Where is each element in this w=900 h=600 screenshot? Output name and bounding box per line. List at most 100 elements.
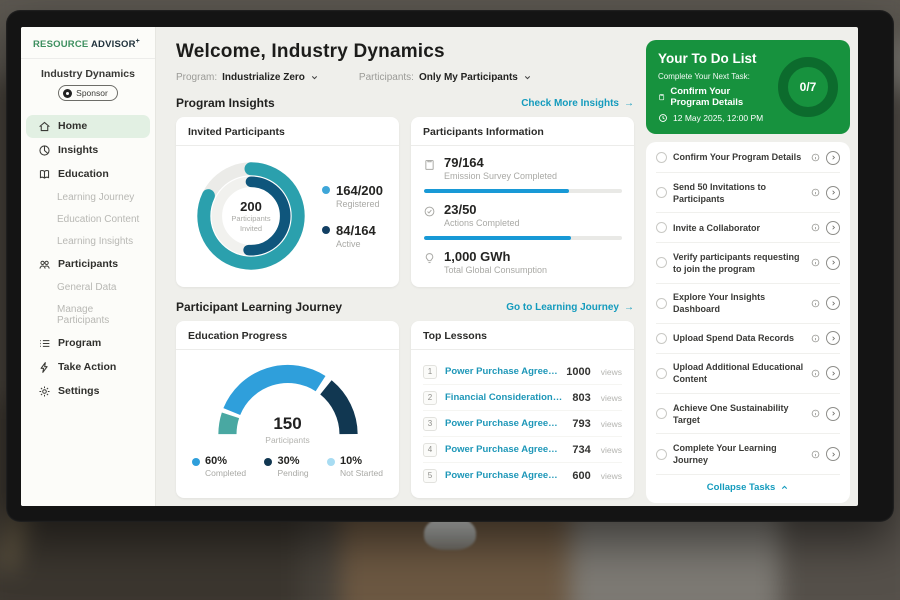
task-checkbox[interactable] [656, 152, 667, 163]
home-icon [38, 120, 51, 133]
task-open-button[interactable] [826, 256, 840, 270]
not-started-dot [327, 458, 335, 466]
info-icon[interactable] [811, 223, 820, 232]
sponsor-icon [63, 89, 72, 98]
task-row[interactable]: Upload Additional Educational Content [656, 354, 840, 394]
sponsor-badge: Sponsor [58, 85, 118, 101]
chevron-up-icon [780, 483, 789, 492]
chevron-right-icon [830, 189, 837, 196]
info-icon[interactable] [811, 409, 820, 418]
sidebar-item-settings[interactable]: Settings [26, 380, 150, 403]
chevron-right-icon [830, 154, 837, 161]
check-circle-icon [423, 205, 436, 218]
section-title-learning-journey: Participant Learning Journey [176, 300, 342, 314]
task-open-button[interactable] [826, 186, 840, 200]
take-action-icon [38, 361, 51, 374]
lesson-link[interactable]: Power Purchase Agreements 102 [445, 444, 564, 455]
task-open-button[interactable] [826, 447, 840, 461]
actions-completed-progressbar [424, 236, 622, 240]
account-name: Industry Dynamics [27, 68, 149, 80]
invited-participants-donut-chart: 200 Participants Invited [192, 157, 310, 275]
lesson-row: 3 Power Purchase Agreements 101 793 view… [423, 411, 622, 437]
lesson-row: 2 Financial Considerations - VPPAs 803 v… [423, 385, 622, 411]
info-icon[interactable] [811, 153, 820, 162]
task-checkbox[interactable] [656, 187, 667, 198]
task-checkbox[interactable] [656, 368, 667, 379]
participants-information-card: Participants Information 79/164 Emission… [411, 117, 634, 287]
sidebar-item-general-data[interactable]: General Data [26, 277, 150, 298]
lesson-link[interactable]: Power Purchase Agreements 101 [445, 366, 558, 377]
sidebar-item-insights[interactable]: Insights [26, 139, 150, 162]
education-progress-gauge-chart: 150 Participants [203, 359, 373, 445]
info-icon[interactable] [811, 334, 820, 343]
task-row[interactable]: Confirm Your Program Details [656, 143, 840, 173]
task-checkbox[interactable] [656, 333, 667, 344]
sidebar: RESOURCE ADVISOR+ Industry Dynamics Spon… [21, 27, 156, 506]
task-open-button[interactable] [826, 296, 840, 310]
task-checkbox[interactable] [656, 257, 667, 268]
sidebar-item-participants[interactable]: Participants [26, 253, 150, 276]
legend-registered: 164/200 Registered [322, 183, 383, 209]
lesson-row: 5 Power Purchase Agreements 103 600 view… [423, 463, 622, 488]
info-icon[interactable] [811, 258, 820, 267]
check-more-insights-link[interactable]: Check More Insights → [521, 98, 634, 109]
monitor-bezel: RESOURCE ADVISOR+ Industry Dynamics Spon… [6, 10, 894, 522]
task-open-button[interactable] [826, 407, 840, 421]
sidebar-item-learning-insights[interactable]: Learning Insights [26, 231, 150, 252]
task-row[interactable]: Complete Your Learning Journey [656, 434, 840, 474]
task-checkbox[interactable] [656, 298, 667, 309]
task-row[interactable]: Explore Your Insights Dashboard [656, 284, 840, 324]
sidebar-item-program[interactable]: Program [26, 332, 150, 355]
legend-completed: 60% Completed [192, 455, 246, 478]
info-icon[interactable] [811, 299, 820, 308]
rank-badge: 2 [423, 391, 437, 405]
task-open-button[interactable] [826, 366, 840, 380]
info-icon[interactable] [811, 369, 820, 378]
lesson-link[interactable]: Power Purchase Agreements 103 [445, 470, 564, 481]
chevron-right-icon [830, 410, 837, 417]
task-open-button[interactable] [826, 221, 840, 235]
todo-tasks-card: Confirm Your Program Details Send 50 Inv… [646, 142, 850, 503]
completed-dot [192, 458, 200, 466]
sidebar-item-education-content[interactable]: Education Content [26, 209, 150, 230]
participants-icon [38, 258, 51, 271]
sidebar-item-take-action[interactable]: Take Action [26, 356, 150, 379]
sidebar-item-home[interactable]: Home [26, 115, 150, 138]
clipboard-icon [423, 158, 436, 171]
task-checkbox[interactable] [656, 449, 667, 460]
task-row[interactable]: Send 50 Invitations to Participants [656, 173, 840, 213]
rank-badge: 3 [423, 417, 437, 431]
arrow-right-icon: → [624, 98, 634, 109]
go-to-learning-journey-link[interactable]: Go to Learning Journey → [506, 302, 634, 313]
book-icon [38, 168, 51, 181]
list-icon [38, 337, 51, 350]
task-row[interactable]: Invite a Collaborator [656, 213, 840, 243]
task-checkbox[interactable] [656, 408, 667, 419]
lesson-link[interactable]: Power Purchase Agreements 101 [445, 418, 564, 429]
info-icon[interactable] [811, 450, 820, 459]
lesson-link[interactable]: Financial Considerations - VPPAs [445, 392, 564, 403]
lesson-row: 4 Power Purchase Agreements 102 734 view… [423, 437, 622, 463]
task-row[interactable]: Achieve One Sustainability Target [656, 394, 840, 434]
gear-icon [38, 385, 51, 398]
collapse-tasks-link[interactable]: Collapse Tasks [656, 475, 840, 502]
rank-badge: 5 [423, 469, 437, 483]
sidebar-item-manage-participants[interactable]: Manage Participants [26, 299, 150, 331]
task-row[interactable]: Upload Spend Data Records [656, 324, 840, 354]
lesson-row: 1 Power Purchase Agreements 101 1000 vie… [423, 359, 622, 385]
sidebar-item-education[interactable]: Education [26, 163, 150, 186]
chevron-right-icon [830, 300, 837, 307]
legend-pending: 30% Pending [264, 455, 308, 478]
invited-participants-card: Invited Participants 200 Participants In… [176, 117, 399, 287]
task-row[interactable]: Verify participants requesting to join t… [656, 243, 840, 283]
stat-total-consumption: 1,000 GWh Total Global Consumption [423, 249, 622, 275]
legend-active: 84/164 Active [322, 223, 383, 249]
sidebar-item-learning-journey[interactable]: Learning Journey [26, 187, 150, 208]
program-dropdown[interactable]: Program: Industrialize Zero [176, 72, 319, 83]
task-open-button[interactable] [826, 151, 840, 165]
task-open-button[interactable] [826, 331, 840, 345]
participants-dropdown[interactable]: Participants: Only My Participants [359, 72, 532, 83]
info-icon[interactable] [811, 188, 820, 197]
task-checkbox[interactable] [656, 222, 667, 233]
stat-emission-survey: 79/164 Emission Survey Completed [423, 155, 622, 181]
